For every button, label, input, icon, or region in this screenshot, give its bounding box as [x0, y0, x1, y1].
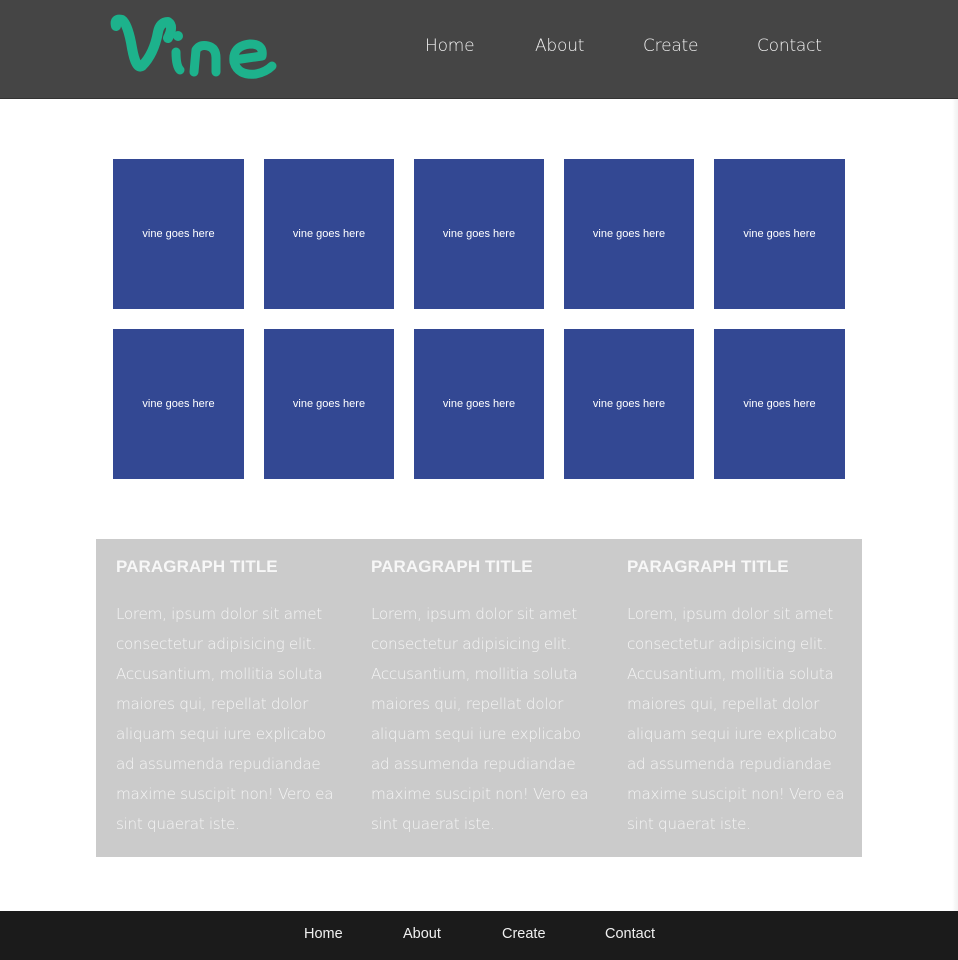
info-column: PARAGRAPH TITLE Lorem, ipsum dolor sit a…: [627, 557, 847, 839]
paragraph-text: Lorem, ipsum dolor sit amet consectetur …: [627, 605, 845, 833]
vine-placeholder-text: vine goes here: [442, 228, 516, 240]
vine-tile[interactable]: vine goes here: [564, 329, 694, 479]
nav-home-link[interactable]: Home: [425, 36, 475, 56]
vine-tile[interactable]: vine goes here: [714, 159, 845, 309]
footer-create-link[interactable]: Create: [502, 926, 546, 942]
vine-logo-icon: [110, 14, 277, 79]
vine-placeholder-text: vine goes here: [592, 228, 666, 240]
vine-tile[interactable]: vine goes here: [414, 159, 544, 309]
paragraph-title: PARAGRAPH TITLE: [627, 557, 789, 576]
nav-create-link[interactable]: Create: [643, 36, 698, 56]
vine-tile[interactable]: vine goes here: [264, 329, 394, 479]
paragraph-title: PARAGRAPH TITLE: [116, 557, 278, 576]
vine-tile[interactable]: vine goes here: [113, 329, 244, 479]
vine-tile[interactable]: vine goes here: [714, 329, 845, 479]
info-column: PARAGRAPH TITLE Lorem, ipsum dolor sit a…: [116, 557, 336, 839]
info-column: PARAGRAPH TITLE Lorem, ipsum dolor sit a…: [371, 557, 591, 839]
footer-about-link[interactable]: About: [403, 926, 441, 942]
info-section: PARAGRAPH TITLE Lorem, ipsum dolor sit a…: [96, 539, 862, 857]
vine-placeholder-text: vine goes here: [743, 228, 816, 240]
footer-contact-link[interactable]: Contact: [605, 926, 655, 942]
vine-placeholder-text: vine goes here: [142, 228, 215, 240]
footer-home-link[interactable]: Home: [304, 926, 343, 942]
vine-grid: vine goes here vine goes here vine goes …: [113, 159, 845, 479]
page-edge-shadow: [952, 99, 958, 911]
nav-about-link[interactable]: About: [535, 36, 584, 56]
vine-placeholder-text: vine goes here: [142, 398, 215, 410]
paragraph-text: Lorem, ipsum dolor sit amet consectetur …: [116, 605, 334, 833]
site-header: Home About Create Contact: [0, 0, 958, 99]
site-footer: Home About Create Contact: [0, 911, 958, 960]
paragraph-title: PARAGRAPH TITLE: [371, 557, 533, 576]
vine-logo[interactable]: [110, 8, 288, 88]
vine-tile[interactable]: vine goes here: [113, 159, 244, 309]
vine-tile[interactable]: vine goes here: [264, 159, 394, 309]
vine-tile[interactable]: vine goes here: [564, 159, 694, 309]
vine-tile[interactable]: vine goes here: [414, 329, 544, 479]
vine-placeholder-text: vine goes here: [292, 398, 366, 410]
vine-placeholder-text: vine goes here: [592, 398, 666, 410]
vine-placeholder-text: vine goes here: [442, 398, 516, 410]
vine-placeholder-text: vine goes here: [292, 228, 366, 240]
vine-placeholder-text: vine goes here: [743, 398, 816, 410]
nav-contact-link[interactable]: Contact: [757, 36, 822, 56]
paragraph-text: Lorem, ipsum dolor sit amet consectetur …: [371, 605, 589, 833]
